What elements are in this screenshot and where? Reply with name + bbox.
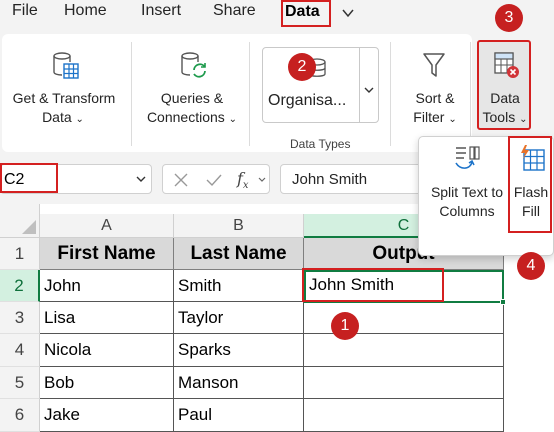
row-header-4[interactable]: 4 — [0, 334, 40, 367]
columns-label: Columns — [439, 203, 495, 219]
cell-c4[interactable] — [304, 334, 504, 367]
cell-b4[interactable]: Sparks — [174, 334, 304, 367]
ribbon-separator — [249, 42, 250, 146]
name-box-value: C2 — [4, 171, 25, 188]
chevron-down-icon: ⌄ — [75, 114, 84, 125]
split-columns-icon — [455, 146, 480, 169]
sort-label: Sort & — [415, 90, 455, 106]
chevron-down-icon[interactable] — [257, 175, 267, 185]
flash-fill-highlight — [508, 136, 552, 233]
database-table-icon — [53, 52, 79, 79]
ribbon-separator — [470, 42, 471, 146]
row-header-2[interactable]: 2 — [0, 270, 40, 302]
cell-a3[interactable]: Lisa — [40, 302, 174, 334]
filter-label: Filter ⌄ — [413, 109, 457, 125]
queries-label: Queries & — [160, 90, 224, 106]
chevron-down-icon: ⌄ — [448, 114, 457, 125]
cell-b2[interactable]: Smith — [174, 270, 304, 302]
row-header-5[interactable]: 5 — [0, 367, 40, 399]
chevron-down-icon[interactable] — [341, 6, 355, 20]
cell-a5[interactable]: Bob — [40, 367, 174, 399]
row-header-6[interactable]: 6 — [0, 399, 40, 432]
chevron-down-icon[interactable] — [135, 174, 147, 184]
tab-data[interactable]: Data — [281, 0, 331, 27]
cell-a4[interactable]: Nicola — [40, 334, 174, 367]
cell-b1[interactable]: Last Name — [174, 238, 304, 270]
chevron-down-icon: ⌄ — [228, 114, 238, 125]
data-type-value: Organisa... — [268, 92, 347, 109]
split-text-label: Split Text to — [430, 184, 504, 200]
step-badge-4: 4 — [517, 252, 545, 280]
cell-a6[interactable]: Jake — [40, 399, 174, 432]
ribbon-separator — [131, 42, 132, 146]
row-header-3[interactable]: 3 — [0, 302, 40, 334]
cell-b6[interactable]: Paul — [174, 399, 304, 432]
tab-insert[interactable]: Insert — [141, 2, 181, 20]
insert-function-icon[interactable]: fx — [237, 169, 249, 191]
tab-share[interactable]: Share — [213, 2, 256, 20]
get-transform-label: Get & Transform — [12, 90, 116, 106]
step-badge-2: 2 — [288, 53, 316, 81]
fill-handle[interactable] — [500, 299, 506, 305]
step-badge-3: 3 — [495, 4, 523, 32]
chevron-down-icon[interactable] — [363, 85, 375, 95]
connections-label: Connections ⌄ — [146, 109, 238, 125]
cell-c6[interactable] — [304, 399, 504, 432]
cell-a1[interactable]: First Name — [40, 238, 174, 270]
cell-a2[interactable]: John — [40, 270, 174, 302]
cancel-icon[interactable] — [173, 172, 189, 188]
cell-b5[interactable]: Manson — [174, 367, 304, 399]
tab-file[interactable]: File — [12, 2, 38, 20]
column-header-b[interactable]: B — [174, 214, 304, 238]
tab-home[interactable]: Home — [64, 2, 107, 20]
step-badge-1: 1 — [331, 312, 359, 340]
enter-check-icon[interactable] — [205, 172, 223, 188]
row-header-1[interactable]: 1 — [0, 238, 40, 270]
data-tools-label-2: Tools ⌄ — [482, 109, 528, 125]
data-types-group-label: Data Types — [290, 137, 351, 151]
cell-b3[interactable]: Taylor — [174, 302, 304, 334]
formula-actions: fx — [162, 164, 270, 194]
get-transform-label-2: Data ⌄ — [42, 109, 84, 125]
filter-icon — [423, 53, 445, 77]
data-tools-label: Data — [490, 90, 520, 106]
data-validation-icon — [494, 52, 519, 78]
chevron-down-icon: ⌄ — [519, 114, 528, 125]
data-types-divider — [359, 48, 360, 122]
menu-tab-bar: File Home Insert Share Data — [0, 0, 554, 28]
select-all-triangle-icon — [22, 220, 36, 234]
output-cell-value: John Smith — [309, 275, 395, 294]
column-header-a[interactable]: A — [40, 214, 174, 238]
database-refresh-icon — [181, 52, 206, 78]
select-all-corner[interactable] — [0, 204, 40, 238]
cell-c5[interactable] — [304, 367, 504, 399]
formula-value: John Smith — [292, 171, 368, 188]
ribbon-separator — [390, 42, 391, 146]
